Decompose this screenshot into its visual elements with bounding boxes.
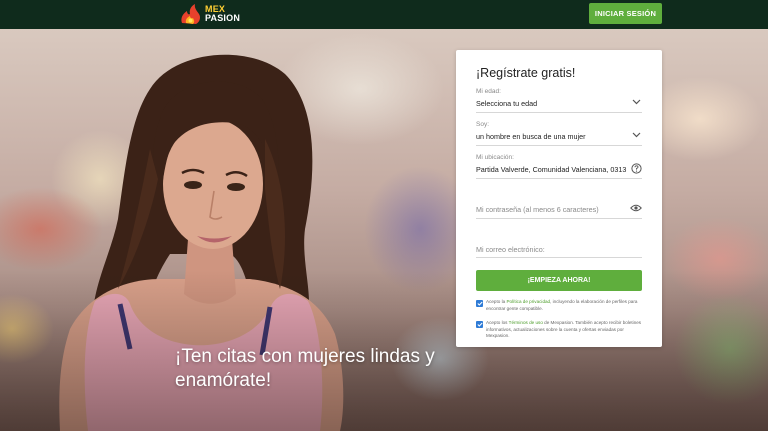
- privacy-consent-text: Acepto la Política de privacidad, incluy…: [486, 299, 642, 312]
- age-value[interactable]: Selecciona tu edad: [476, 98, 642, 112]
- login-button[interactable]: INICIAR SESIÓN: [589, 3, 662, 24]
- location-value[interactable]: Partida Valverde, Comunidad Valenciana, …: [476, 164, 642, 178]
- location-field[interactable]: Mi ubicación: Partida Valverde, Comunida…: [476, 154, 642, 179]
- privacy-consent-prefix: Acepto la: [486, 299, 507, 304]
- terms-consent[interactable]: Acepto los Términos de uso de Mexpasion.…: [476, 320, 642, 340]
- password-input[interactable]: [476, 201, 642, 218]
- privacy-checkbox[interactable]: [476, 300, 483, 307]
- tagline-line-1: ¡Ten citas con mujeres lindas y: [175, 346, 435, 367]
- email-field[interactable]: [476, 227, 642, 258]
- logo-text-pasion: PASION: [205, 13, 241, 23]
- privacy-policy-link[interactable]: Política de privacidad: [506, 299, 550, 304]
- tagline-line-2: enamórate!: [175, 370, 272, 391]
- eye-icon[interactable]: [630, 202, 642, 214]
- terms-of-use-link[interactable]: Términos de uso: [509, 320, 543, 325]
- age-label: Mi edad:: [476, 88, 501, 95]
- location-label: Mi ubicación:: [476, 154, 514, 161]
- terms-consent-text: Acepto los Términos de uso de Mexpasion.…: [486, 320, 642, 340]
- chevron-down-icon[interactable]: [630, 129, 642, 141]
- checkmark-icon: [476, 322, 483, 327]
- form-title: ¡Regístrate gratis!: [476, 66, 576, 80]
- terms-checkbox[interactable]: [476, 321, 483, 329]
- logo-wordmark: MEX PASION: [205, 5, 240, 23]
- site-logo[interactable]: MEX PASION: [178, 3, 240, 25]
- privacy-consent[interactable]: Acepto la Política de privacidad, incluy…: [476, 299, 642, 312]
- question-circle-icon[interactable]: [630, 162, 642, 174]
- hero-tagline: ¡Ten citas con mujeres lindas y enamórat…: [175, 345, 475, 393]
- age-select[interactable]: Mi edad: Selecciona tu edad: [476, 88, 642, 113]
- terms-consent-prefix: Acepto los: [486, 320, 509, 326]
- password-field[interactable]: [476, 187, 642, 219]
- gender-label: Soy:: [476, 121, 490, 128]
- email-input[interactable]: [476, 241, 642, 257]
- gender-value[interactable]: un hombre en busca de una mujer: [476, 131, 642, 145]
- gender-select[interactable]: Soy: un hombre en busca de una mujer: [476, 121, 642, 146]
- chevron-down-icon[interactable]: [630, 96, 642, 108]
- flame-logo-icon: [181, 4, 200, 24]
- signup-form: ¡Regístrate gratis! Mi edad: Selecciona …: [456, 50, 662, 347]
- checkmark-icon: [476, 301, 483, 306]
- start-now-button[interactable]: ¡EMPIEZA AHORA!: [476, 270, 642, 291]
- top-navbar: MEX PASION INICIAR SESIÓN: [0, 0, 768, 29]
